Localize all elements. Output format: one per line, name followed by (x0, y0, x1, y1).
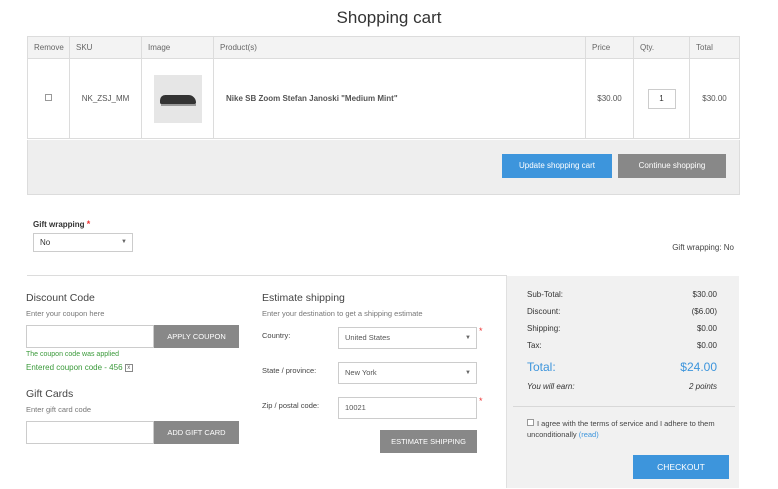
header-product: Product(s) (213, 36, 586, 59)
discount-hint: Enter your coupon here (26, 309, 105, 318)
zip-input[interactable]: 10021 (338, 397, 477, 419)
reward-points-row: You will earn: 2 points (527, 382, 717, 391)
order-total-value: $24.00 (680, 360, 717, 374)
tax-label: Tax: (527, 341, 542, 350)
gift-wrapping-label-text: Gift wrapping (33, 220, 85, 229)
zip-required-mark: * (479, 396, 483, 406)
image-cell (141, 58, 214, 139)
price-cell: $30.00 (585, 58, 634, 139)
subtotal-row: Sub-Total: $30.00 (527, 290, 717, 299)
sku-cell: NK_ZSJ_MM (69, 58, 142, 139)
gift-wrapping-value: No (40, 238, 51, 247)
header-image: Image (141, 36, 214, 59)
gift-cards-hint: Enter gift card code (26, 405, 92, 414)
gift-card-input[interactable] (26, 421, 154, 444)
chevron-down-icon: ▼ (465, 370, 471, 376)
coupon-applied-message: The coupon code was applied (26, 351, 120, 358)
shipping-row: Shipping: $0.00 (527, 324, 717, 333)
estimate-shipping-button[interactable]: ESTIMATE SHIPPING (380, 430, 477, 453)
order-total-row: Total: $24.00 (527, 360, 717, 374)
reward-points-value: 2 points (688, 382, 717, 391)
discount-title: Discount Code (26, 292, 95, 304)
cart-footer: Update shopping cart Continue shopping (27, 140, 740, 195)
state-select[interactable]: New York ▼ (338, 362, 477, 384)
shipping-hint: Enter your destination to get a shipping… (262, 309, 423, 318)
shoe-shape (159, 94, 196, 104)
header-total: Total (689, 36, 740, 59)
gift-wrapping-label: Gift wrapping * (33, 219, 90, 229)
zip-label: Zip / postal code: (262, 401, 320, 410)
chevron-down-icon: ▼ (121, 239, 127, 245)
shipping-cost-label: Shipping: (527, 324, 561, 333)
reward-points-label: You will earn: (527, 382, 575, 391)
order-totals-panel: Sub-Total: $30.00 Discount: ($6.00) Ship… (506, 276, 739, 488)
discount-value: ($6.00) (691, 307, 717, 316)
continue-shopping-button[interactable]: Continue shopping (618, 154, 726, 178)
coupon-input[interactable] (26, 325, 154, 348)
remove-cell (27, 58, 70, 139)
terms-checkbox[interactable] (527, 419, 534, 426)
country-label: Country: (262, 331, 291, 340)
terms-agreement: I agree with the terms of service and I … (527, 418, 727, 440)
terms-read-link[interactable]: (read) (579, 430, 599, 439)
table-row: NK_ZSJ_MM Nike SB Zoom Stefan Janoski "M… (27, 58, 740, 139)
gift-wrapping-select[interactable]: No ▼ (33, 233, 133, 252)
header-price: Price (585, 36, 634, 59)
cart-table-header: Remove SKU Image Product(s) Price Qty. T… (27, 36, 740, 59)
tax-value: $0.00 (696, 341, 717, 350)
shipping-cost-value: $0.00 (696, 324, 717, 333)
remove-item-checkbox[interactable] (45, 94, 52, 101)
country-select[interactable]: United States ▼ (338, 327, 477, 349)
header-qty: Qty. (633, 36, 690, 59)
required-mark: * (86, 219, 91, 229)
gift-cards-title: Gift Cards (26, 388, 74, 400)
subtotal-value: $30.00 (692, 290, 717, 299)
header-remove: Remove (27, 36, 70, 59)
cart-table: Remove SKU Image Product(s) Price Qty. T… (27, 36, 740, 139)
checkout-button[interactable]: CHECKOUT (633, 455, 729, 479)
order-total-label: Total: (527, 360, 556, 374)
discount-row: Discount: ($6.00) (527, 307, 717, 316)
entered-coupon-text: Entered coupon code - 456 (26, 363, 123, 372)
subtotal-label: Sub-Total: (527, 290, 564, 299)
country-required-mark: * (479, 326, 483, 336)
row-total-cell: $30.00 (689, 58, 740, 139)
gift-wrapping-summary: Gift wrapping: No (672, 243, 734, 252)
section-divider (27, 275, 507, 276)
header-sku: SKU (69, 36, 142, 59)
tax-row: Tax: $0.00 (527, 341, 717, 350)
chevron-down-icon: ▼ (465, 335, 471, 341)
shoe-sole-shape (160, 103, 196, 106)
shipping-title: Estimate shipping (262, 292, 345, 304)
totals-divider (513, 406, 735, 407)
apply-coupon-button[interactable]: APPLY COUPON (154, 325, 239, 348)
add-gift-card-button[interactable]: ADD GIFT CARD (154, 421, 239, 444)
country-value: United States (345, 333, 391, 342)
quantity-input[interactable]: 1 (647, 88, 676, 109)
entered-coupon-code: Entered coupon code - 456 x (26, 363, 133, 372)
discount-label: Discount: (527, 307, 561, 316)
product-name-link[interactable]: Nike SB Zoom Stefan Janoski "Medium Mint… (213, 58, 586, 139)
state-label: State / province: (262, 366, 317, 375)
terms-text: I agree with the terms of service and I … (527, 419, 715, 439)
page-title: Shopping cart (336, 8, 442, 27)
state-value: New York (345, 368, 377, 377)
sneaker-image[interactable] (153, 74, 202, 123)
qty-cell: 1 (633, 58, 690, 139)
update-cart-button[interactable]: Update shopping cart (502, 154, 612, 178)
remove-coupon-icon[interactable]: x (124, 363, 133, 372)
